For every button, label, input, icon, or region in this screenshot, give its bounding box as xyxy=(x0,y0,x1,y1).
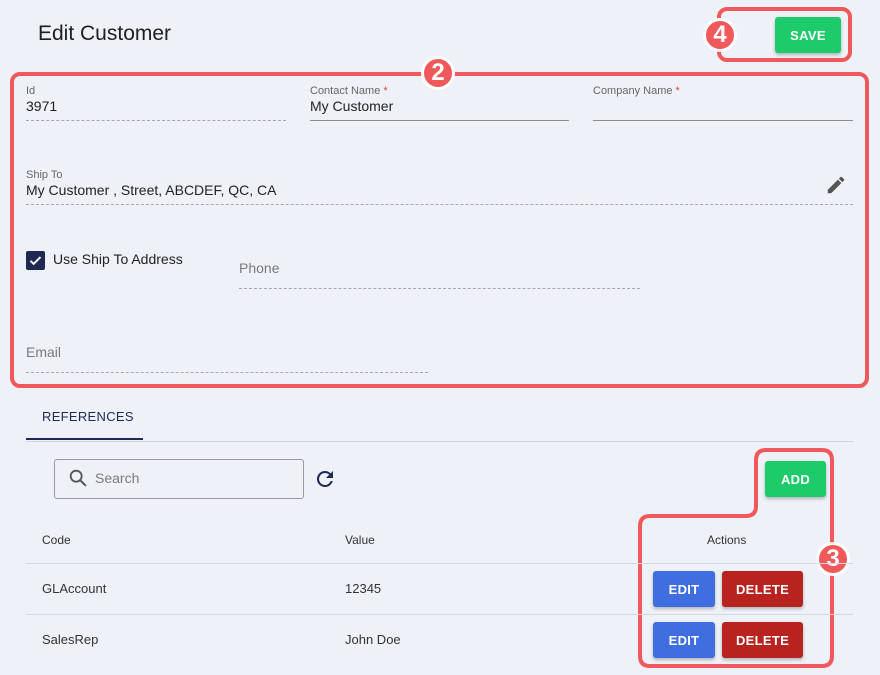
contact-name-underline xyxy=(310,120,569,121)
save-button[interactable]: SAVE xyxy=(775,17,841,53)
company-name-label: Company Name * xyxy=(593,85,680,97)
tab-references[interactable]: REFERENCES xyxy=(42,409,134,424)
delete-row-button[interactable]: DELETE xyxy=(722,622,803,658)
page-title: Edit Customer xyxy=(38,22,172,45)
column-header-value: Value xyxy=(345,533,375,547)
company-name-underline xyxy=(593,120,853,121)
annotation-badge-3: 3 xyxy=(816,542,850,576)
table-cell-value: 12345 xyxy=(345,581,382,596)
check-icon xyxy=(29,256,42,266)
contact-name-label: Contact Name * xyxy=(310,85,388,97)
ship-to-label: Ship To xyxy=(26,169,63,181)
refresh-icon[interactable] xyxy=(313,467,337,491)
edit-row-button[interactable]: EDIT xyxy=(653,571,715,607)
contact-name-input[interactable]: My Customer xyxy=(310,98,569,120)
column-header-code: Code xyxy=(42,533,71,547)
tabs-divider xyxy=(26,441,853,442)
search-input[interactable] xyxy=(54,459,304,499)
tab-active-indicator xyxy=(26,438,143,440)
edit-row-button[interactable]: EDIT xyxy=(653,622,715,658)
annotation-badge-2: 2 xyxy=(421,56,455,90)
phone-underline xyxy=(239,288,640,289)
table-cell-value: John Doe xyxy=(345,632,401,647)
company-name-input[interactable] xyxy=(593,98,853,120)
add-reference-button[interactable]: ADD xyxy=(765,461,826,497)
email-underline xyxy=(26,372,428,373)
table-cell-code: GLAccount xyxy=(42,581,107,596)
annotation-badge-4: 4 xyxy=(703,18,737,52)
phone-input[interactable]: Phone xyxy=(239,260,640,286)
id-value: 3971 xyxy=(26,98,58,114)
ship-to-underline xyxy=(26,204,853,205)
search-placeholder: Search xyxy=(95,470,140,486)
use-ship-to-checkbox[interactable] xyxy=(26,251,45,270)
column-header-actions: Actions xyxy=(707,533,747,547)
id-label: Id xyxy=(26,85,36,97)
email-input[interactable]: Email xyxy=(26,344,428,370)
use-ship-to-label: Use Ship To Address xyxy=(53,251,183,267)
table-cell-code: SalesRep xyxy=(42,632,99,647)
id-field-underline xyxy=(26,120,286,121)
edit-pencil-icon[interactable] xyxy=(825,174,847,196)
search-icon xyxy=(67,467,89,489)
ship-to-value: My Customer , Street, ABCDEF, QC, CA xyxy=(26,182,277,198)
table-row-divider xyxy=(26,614,853,615)
delete-row-button[interactable]: DELETE xyxy=(722,571,803,607)
table-header-divider xyxy=(26,563,853,564)
